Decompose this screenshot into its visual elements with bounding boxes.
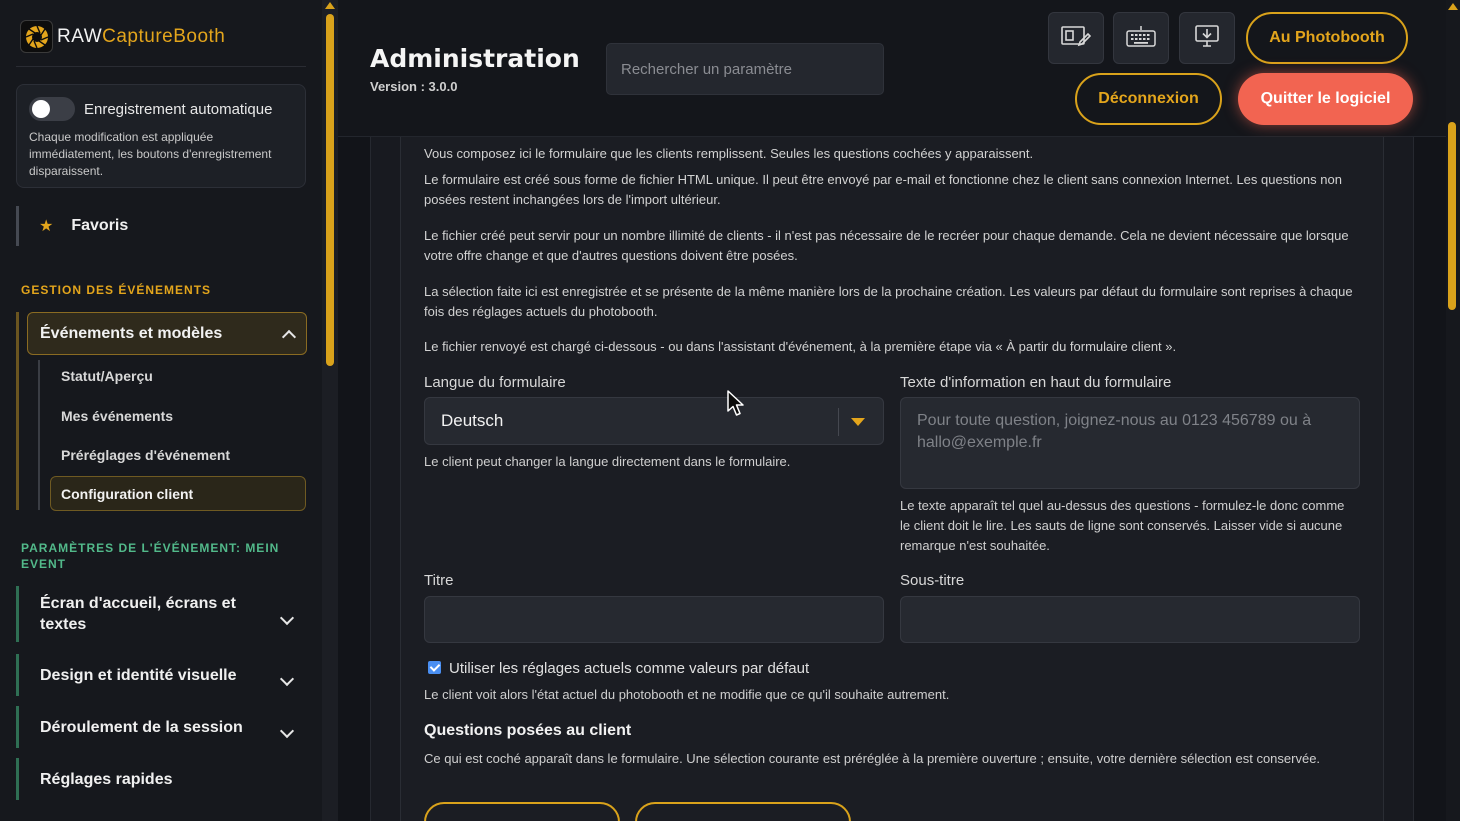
logout-button[interactable]: Déconnexion — [1075, 73, 1222, 125]
language-select[interactable]: Deutsch — [424, 397, 884, 445]
page-title: Administration — [370, 44, 580, 73]
photobooth-button[interactable]: Au Photobooth — [1246, 12, 1408, 64]
scrollbar-thumb[interactable] — [326, 14, 334, 366]
sidebar-item-session-flow[interactable]: Déroulement de la session — [16, 706, 306, 748]
scroll-up-icon[interactable] — [325, 2, 335, 9]
sidebar-item-label: Réglages rapides — [40, 770, 173, 788]
autosave-toggle[interactable] — [29, 97, 75, 121]
caret-down-icon — [851, 418, 865, 426]
info-paragraph: Le fichier renvoyé est chargé ci-dessous… — [424, 339, 1177, 354]
sidebar-item-client-config[interactable]: Configuration client — [50, 476, 306, 511]
info-text-field[interactable] — [900, 397, 1360, 489]
sidebar-group-events[interactable]: Événements et modèles — [27, 312, 307, 355]
keyboard-button[interactable] — [1113, 12, 1169, 64]
group-indicator — [16, 312, 19, 510]
autosave-title: Enregistrement automatique — [84, 101, 273, 118]
sidebar-scrollbar[interactable] — [322, 0, 338, 821]
app-name: RAWCaptureBooth — [57, 25, 226, 47]
scroll-up-icon[interactable] — [1448, 3, 1458, 10]
sidebar-item-design[interactable]: Design et identité visuelle — [16, 654, 306, 696]
select-divider — [838, 408, 839, 436]
main-scrollbar[interactable] — [1446, 0, 1460, 821]
layout-edit-icon — [1061, 25, 1092, 52]
sidebar-item-favorites[interactable]: ★ Favoris — [16, 206, 306, 246]
chevron-down-icon — [279, 610, 295, 626]
app-logo[interactable]: RAWCaptureBooth — [20, 20, 225, 53]
monitor-download-icon — [1194, 24, 1220, 53]
autosave-description: Chaque modification est appliquée immédi… — [29, 130, 272, 178]
select-all-button[interactable] — [424, 802, 620, 821]
sidebar: RAWCaptureBooth Enregistrement automatiq… — [0, 0, 322, 821]
search-input[interactable] — [606, 43, 884, 95]
sidebar-item-label: Favoris — [71, 217, 129, 234]
title-input[interactable] — [424, 596, 884, 643]
sidebar-item-label: Écran d'accueil, écrans et textes — [40, 595, 236, 633]
divider — [16, 66, 306, 67]
info-paragraph: La sélection faite ici est enregistrée e… — [424, 284, 1353, 319]
sidebar-item-label: Design et identité visuelle — [40, 666, 237, 684]
submenu-line — [38, 360, 40, 510]
sidebar-item-event-presets[interactable]: Préréglages d'événement — [61, 447, 230, 463]
scrollbar-thumb[interactable] — [1448, 122, 1456, 310]
display-download-button[interactable] — [1179, 12, 1235, 64]
sidebar-group-label: Événements et modèles — [40, 324, 223, 342]
chevron-down-icon — [279, 723, 295, 739]
section-title-params: PARAMÈTRES DE L'ÉVÉNEMENT: MEIN EVENT — [21, 541, 280, 571]
subtitle-input[interactable] — [900, 596, 1360, 643]
sidebar-item-label: Déroulement de la session — [40, 718, 243, 736]
defaults-checkbox-label[interactable]: Utiliser les réglages actuels comme vale… — [449, 660, 809, 677]
deselect-all-button[interactable] — [635, 802, 851, 821]
questions-title: Questions posées au client — [424, 722, 632, 739]
version-label: Version : 3.0.0 — [370, 79, 458, 94]
aperture-icon — [20, 20, 53, 53]
chevron-up-icon — [281, 329, 297, 344]
sidebar-item-status[interactable]: Statut/Aperçu — [61, 368, 153, 384]
mouse-cursor-icon — [727, 390, 747, 423]
chevron-down-icon — [279, 671, 295, 687]
info-paragraph: Le formulaire est créé sous forme de fic… — [424, 172, 1342, 207]
quit-button[interactable]: Quitter le logiciel — [1238, 73, 1413, 125]
info-text-label: Texte d'information en haut du formulair… — [900, 374, 1172, 391]
sidebar-item-quick-settings[interactable]: Réglages rapides — [16, 758, 306, 800]
keyboard-icon — [1126, 25, 1156, 52]
language-label: Langue du formulaire — [424, 374, 566, 391]
subtitle-label: Sous-titre — [900, 572, 965, 589]
info-text-help: Le texte apparaît tel quel au-dessus des… — [900, 498, 1345, 553]
header: Administration Version : 3.0.0 Recherche… — [338, 0, 1446, 137]
info-paragraph: Le fichier créé peut servir pour un nomb… — [424, 228, 1349, 263]
defaults-help: Le client voit alors l'état actuel du ph… — [424, 687, 950, 702]
star-icon: ★ — [39, 218, 54, 235]
section-title-events: GESTION DES ÉVÉNEMENTS — [21, 283, 212, 297]
questions-help: Ce qui est coché apparaît dans le formul… — [424, 751, 1321, 766]
defaults-checkbox[interactable] — [428, 661, 441, 674]
sidebar-item-my-events[interactable]: Mes événements — [61, 408, 173, 424]
autosave-card: Enregistrement automatique Chaque modifi… — [16, 84, 306, 188]
language-value: Deutsch — [441, 411, 504, 430]
language-help: Le client peut changer la langue directe… — [424, 454, 791, 469]
intro-paragraph: Vous composez ici le formulaire que les … — [424, 146, 1034, 161]
edit-layout-button[interactable] — [1048, 12, 1104, 64]
title-label: Titre — [424, 572, 454, 589]
sidebar-item-welcome-screens[interactable]: Écran d'accueil, écrans et textes — [16, 586, 306, 642]
